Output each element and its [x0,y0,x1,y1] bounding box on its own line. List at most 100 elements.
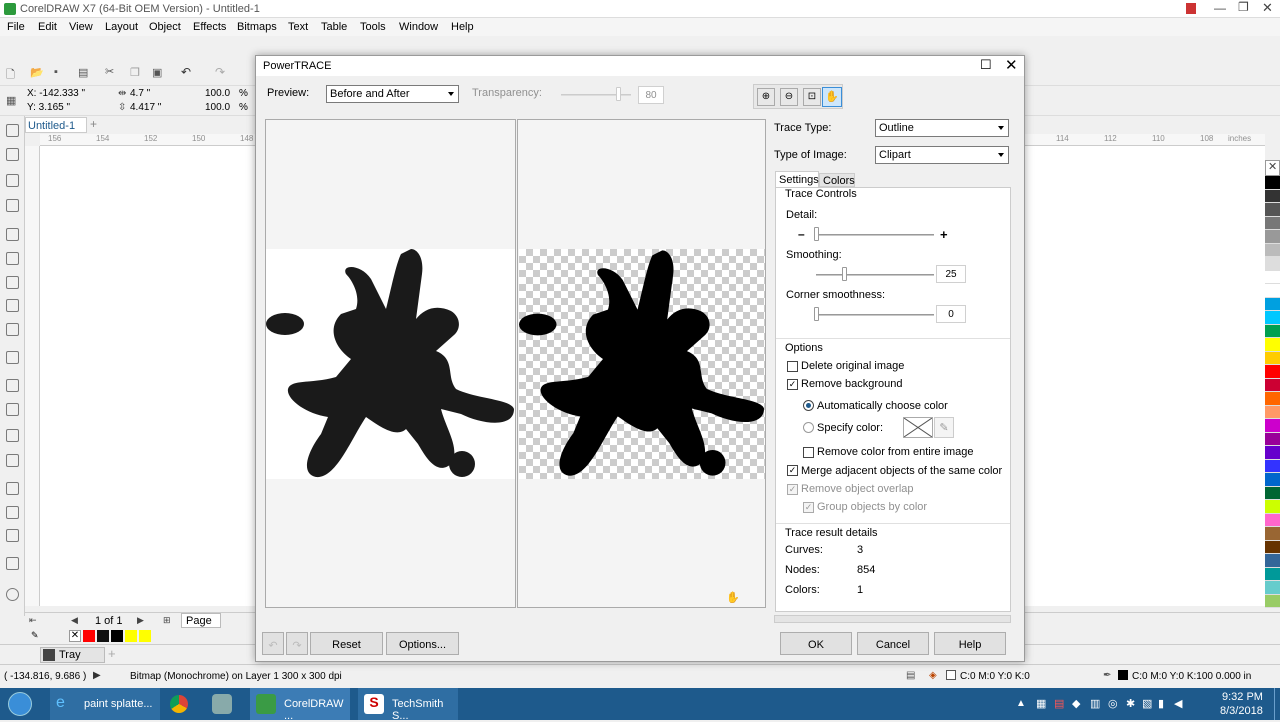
yellow-swatch[interactable] [139,630,151,642]
undo-icon[interactable]: ↶ [181,65,191,79]
play-icon[interactable]: ▶ [93,670,101,681]
delete-original-checkbox[interactable] [787,361,798,372]
remove-background-checkbox[interactable]: ✓ [787,379,798,390]
redo-icon[interactable]: ↷ [215,65,225,79]
freehand-tool-icon[interactable] [6,228,19,241]
palette-swatch[interactable] [1265,338,1280,352]
app-tray-icon[interactable]: ▧ [1142,697,1152,710]
rectangle-tool-icon[interactable] [6,276,19,289]
zoom-fit-icon[interactable]: ⊡ [803,88,821,106]
start-button[interactable] [8,692,32,716]
dialog-close-icon[interactable]: ✕ [1005,56,1018,74]
palette-swatch[interactable] [1265,365,1280,379]
interactive-fill-icon[interactable] [6,506,19,519]
corner-value[interactable]: 0 [936,305,966,323]
x-position[interactable]: X: -142.333 " [27,88,85,99]
menu-bitmaps[interactable]: Bitmaps [237,21,277,33]
color-picker-swatch[interactable] [903,417,933,438]
palette-swatch[interactable] [1265,594,1280,608]
tray-tab[interactable]: Tray [40,647,105,663]
close-icon[interactable]: ✕ [1262,0,1273,16]
help-button[interactable]: Help [934,632,1006,655]
user-icon[interactable] [1186,3,1196,14]
maximize-icon[interactable]: ❐ [1238,0,1249,14]
palette-swatch[interactable] [1265,459,1280,473]
scale-x-field[interactable]: 100.0 [205,88,230,99]
fill-bucket-icon[interactable]: ◈ [929,670,937,681]
palette-swatch[interactable] [1265,405,1280,419]
shape-tool-icon[interactable] [6,148,19,161]
auto-color-radio[interactable] [803,400,814,411]
palette-swatch[interactable] [1265,230,1280,244]
detail-slider[interactable] [816,234,934,236]
redo-button[interactable]: ↷ [286,632,308,655]
palette-swatch[interactable] [1265,324,1280,338]
new-icon[interactable]: 🗋 [6,66,15,85]
pick-tool-icon[interactable] [6,124,19,137]
tab-untitled-1[interactable]: Untitled-1 [25,117,87,133]
palette-swatch[interactable] [1265,216,1280,230]
save-icon[interactable]: ▪ [54,66,58,78]
color-palette[interactable] [1265,176,1280,632]
copy-icon[interactable]: ❐ [130,66,140,79]
palette-swatch[interactable] [1265,419,1280,433]
palette-swatch[interactable] [1265,432,1280,446]
taskbar-item-techsmith[interactable]: S TechSmith S... [358,688,458,722]
taskbar-item-ie[interactable]: e paint splatte... [50,688,160,720]
text-tool-icon[interactable] [6,351,19,364]
before-preview-pane[interactable] [265,119,516,608]
outline-swatch[interactable] [1118,670,1128,680]
y-position[interactable]: Y: 3.165 " [27,102,70,113]
app-tray-icon[interactable]: ✱ [1126,697,1135,710]
image-type-select[interactable]: Clipart [875,146,1009,164]
first-page-icon[interactable]: ⇤ [29,615,37,626]
palette-swatch[interactable] [1265,378,1280,392]
yellow-swatch[interactable] [125,630,137,642]
trace-type-select[interactable]: Outline [875,119,1009,137]
outline-pen-icon[interactable] [6,557,19,570]
transparency-thumb[interactable] [616,87,621,101]
menu-edit[interactable]: Edit [38,21,57,33]
zoom-tool-icon[interactable] [6,199,19,212]
polygon-tool-icon[interactable] [6,323,19,336]
zoom-out-icon[interactable]: ⊖ [780,88,798,106]
outline-pen-icon[interactable]: ✒ [1103,670,1111,681]
remove-overlap-checkbox[interactable]: ✓ [787,484,798,495]
smart-fill-icon[interactable] [6,529,19,542]
tray-arrow-icon[interactable]: ▲ [1016,698,1026,709]
ellipse-tool-icon[interactable] [6,299,19,312]
palette-swatch[interactable] [1265,311,1280,325]
volume-icon[interactable]: ◀ [1174,697,1182,710]
menu-tools[interactable]: Tools [360,21,386,33]
no-color-swatch[interactable]: ✕ [1265,160,1280,176]
app-tray-icon[interactable]: ◎ [1108,697,1118,710]
merge-adjacent-checkbox[interactable]: ✓ [787,465,798,476]
red-swatch[interactable] [83,630,95,642]
menu-table[interactable]: Table [321,21,347,33]
black-swatch[interactable] [111,630,123,642]
palette-swatch[interactable] [1265,392,1280,406]
connector-tool-icon[interactable] [6,403,19,416]
show-desktop-button[interactable] [1274,688,1280,720]
tab-settings[interactable]: Settings [775,171,819,187]
palette-swatch[interactable] [1265,473,1280,487]
pdf-icon[interactable]: ▤ [1054,697,1064,710]
palette-swatch[interactable] [1265,446,1280,460]
settings-scrollbar[interactable] [774,615,1011,623]
palette-swatch[interactable] [1265,581,1280,595]
fill-swatch[interactable] [946,670,956,680]
add-tray-icon[interactable]: + [108,646,116,661]
next-page-icon[interactable]: ▶ [137,615,144,626]
palette-swatch[interactable] [1265,567,1280,581]
palette-swatch[interactable] [1265,257,1280,271]
menu-window[interactable]: Window [399,21,438,33]
black-swatch[interactable] [97,630,109,642]
add-tool-icon[interactable] [6,588,19,601]
transparency-tool-icon[interactable] [6,454,19,467]
app-tray-icon[interactable]: ▥ [1090,697,1100,710]
drop-shadow-icon[interactable] [6,429,19,442]
cancel-button[interactable]: Cancel [857,632,929,655]
open-icon[interactable]: 📂 [30,66,44,79]
palette-swatch[interactable] [1265,351,1280,365]
palette-swatch[interactable] [1265,500,1280,514]
